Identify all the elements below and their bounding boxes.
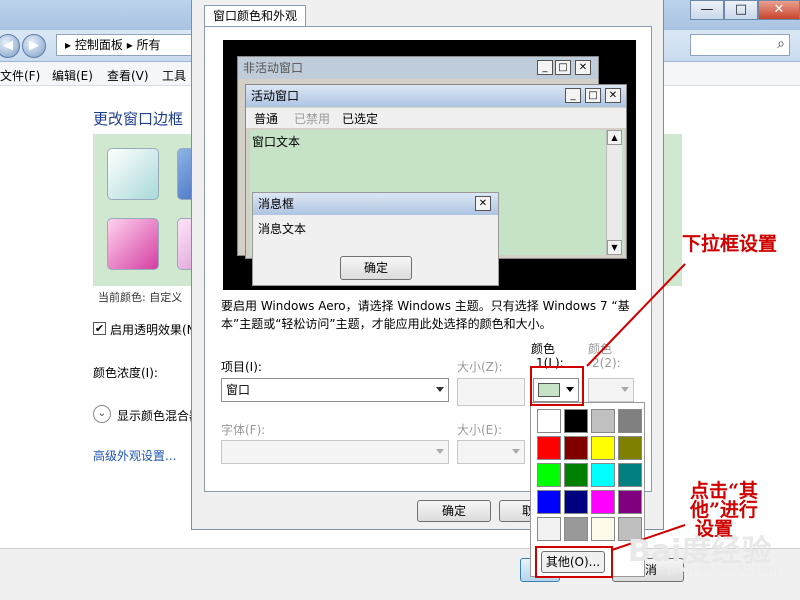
menu-disabled: 已禁用	[294, 112, 331, 126]
preview-scrollbar: ▲ ▼	[606, 130, 622, 255]
palette-color-cell[interactable]	[591, 490, 615, 514]
palette-color-cell[interactable]	[564, 463, 588, 487]
palette-color-cell[interactable]	[591, 436, 615, 460]
color2-label-a: 颜色	[588, 342, 613, 356]
palette-color-cell[interactable]	[537, 409, 561, 433]
palette-color-cell[interactable]	[591, 463, 615, 487]
advanced-appearance-link[interactable]: 高级外观设置...	[93, 447, 176, 464]
breadcrumb-separator-icon: ▸	[126, 38, 137, 52]
transparency-checkbox[interactable]: ✔	[93, 322, 106, 335]
page-title: 更改窗口边框	[93, 110, 184, 128]
window-text-sample: 窗口文本	[252, 135, 301, 149]
dropdown-highlight-box	[530, 366, 584, 406]
search-input[interactable]: ⌕	[690, 34, 790, 56]
color2-label-b: 2(2):	[592, 356, 621, 370]
chevron-down-icon	[436, 449, 444, 454]
item-label: 项目(I):	[221, 360, 262, 374]
close-button[interactable]: ✕	[758, 0, 800, 20]
breadcrumb-item[interactable]: 控制面板	[75, 38, 123, 52]
color-intensity-label: 颜色浓度(I):	[93, 366, 158, 380]
swatch-pink[interactable]	[107, 218, 159, 270]
palette-color-cell[interactable]	[537, 490, 561, 514]
palette-color-cell[interactable]	[591, 409, 615, 433]
search-icon: ⌕	[777, 36, 785, 52]
size1-label: 大小(Z):	[457, 360, 503, 374]
ok-button[interactable]: 确定	[417, 500, 491, 522]
transparency-label: 启用透明效果(N	[110, 323, 196, 337]
appearance-preview: 非活动窗口 _ □ ✕ 活动窗口 _ □ ✕ 普通 已禁用 已选定 窗口文本 ▲…	[223, 40, 636, 290]
palette-color-cell[interactable]	[537, 463, 561, 487]
item-select-value: 窗口	[226, 383, 251, 397]
close-icon: ✕	[575, 60, 591, 75]
menu-tools[interactable]: 工具	[162, 67, 186, 84]
size1-spinner[interactable]	[457, 378, 525, 406]
chevron-down-icon[interactable]: ⌄	[93, 405, 111, 423]
show-mixer-label[interactable]: 显示颜色混合器	[117, 407, 201, 424]
size2-label: 大小(E):	[457, 423, 502, 437]
palette-color-cell[interactable]	[618, 463, 642, 487]
current-color-label: 当前颜色: 自定义	[98, 291, 183, 304]
watermark-url: jingyan.baidu.com	[668, 562, 779, 576]
chevron-down-icon	[621, 387, 629, 392]
forward-button[interactable]: ▶	[22, 34, 46, 58]
palette-color-cell[interactable]	[564, 409, 588, 433]
palette-color-cell[interactable]	[537, 517, 561, 541]
aero-info-line1: 要启用 Windows Aero，请选择 Windows 主题。只有选择 Win…	[221, 299, 630, 313]
breadcrumb[interactable]: ▸ 控制面板 ▸ 所有	[56, 34, 206, 56]
palette-color-cell[interactable]	[591, 517, 615, 541]
font-size-select[interactable]	[457, 440, 525, 464]
close-icon: ✕	[475, 196, 491, 211]
minimize-button[interactable]: —	[690, 0, 724, 20]
menu-edit[interactable]: 编辑(E)	[52, 67, 93, 84]
font-label: 字体(F):	[221, 423, 266, 437]
close-icon: ✕	[605, 88, 621, 103]
menu-selected: 已选定	[342, 112, 379, 126]
other-button-highlight-box	[535, 546, 613, 578]
font-select[interactable]	[221, 440, 449, 464]
scroll-down-icon: ▼	[607, 240, 622, 255]
chevron-down-icon	[512, 449, 520, 454]
palette-color-cell[interactable]	[618, 490, 642, 514]
menu-file[interactable]: 文件(F)	[0, 67, 40, 84]
minimize-icon: _	[565, 88, 581, 103]
message-text-sample: 消息文本	[258, 222, 307, 236]
message-box-preview: 消息框 ✕ 消息文本 确定	[252, 192, 499, 286]
palette-color-cell[interactable]	[618, 436, 642, 460]
chevron-down-icon	[436, 387, 444, 392]
back-button[interactable]: ◀	[0, 34, 20, 58]
palette-color-cell[interactable]	[537, 436, 561, 460]
color1-label-a: 颜色	[531, 342, 556, 356]
tab-window-color[interactable]: 窗口颜色和外观	[204, 5, 306, 27]
palette-color-cell[interactable]	[564, 490, 588, 514]
preview-ok-button: 确定	[340, 256, 412, 280]
aero-info-line2: 本”主题或“轻松访问”主题，才能应用此处选择的颜色和大小。	[221, 317, 552, 331]
dropdown-annotation: 下拉框设置	[682, 233, 778, 255]
palette-color-cell[interactable]	[618, 409, 642, 433]
breadcrumb-item[interactable]: 所有	[137, 38, 161, 52]
minimize-icon: _	[537, 60, 553, 75]
menu-view[interactable]: 查看(V)	[107, 67, 149, 84]
message-box-title: 消息框	[253, 193, 498, 215]
swatch-sky[interactable]	[107, 148, 159, 200]
color2-picker[interactable]	[588, 378, 634, 402]
maximize-icon: □	[585, 88, 601, 103]
breadcrumb-separator-icon: ▸	[65, 38, 75, 52]
color-swatch-panel	[93, 134, 229, 286]
palette-color-cell[interactable]	[564, 517, 588, 541]
preview-menubar: 普通 已禁用 已选定	[246, 108, 626, 128]
scroll-up-icon: ▲	[607, 130, 622, 145]
palette-color-cell[interactable]	[564, 436, 588, 460]
item-select[interactable]: 窗口	[221, 378, 449, 402]
menu-normal: 普通	[254, 112, 279, 126]
maximize-button[interactable]: □	[724, 0, 758, 20]
maximize-icon: □	[555, 60, 571, 75]
